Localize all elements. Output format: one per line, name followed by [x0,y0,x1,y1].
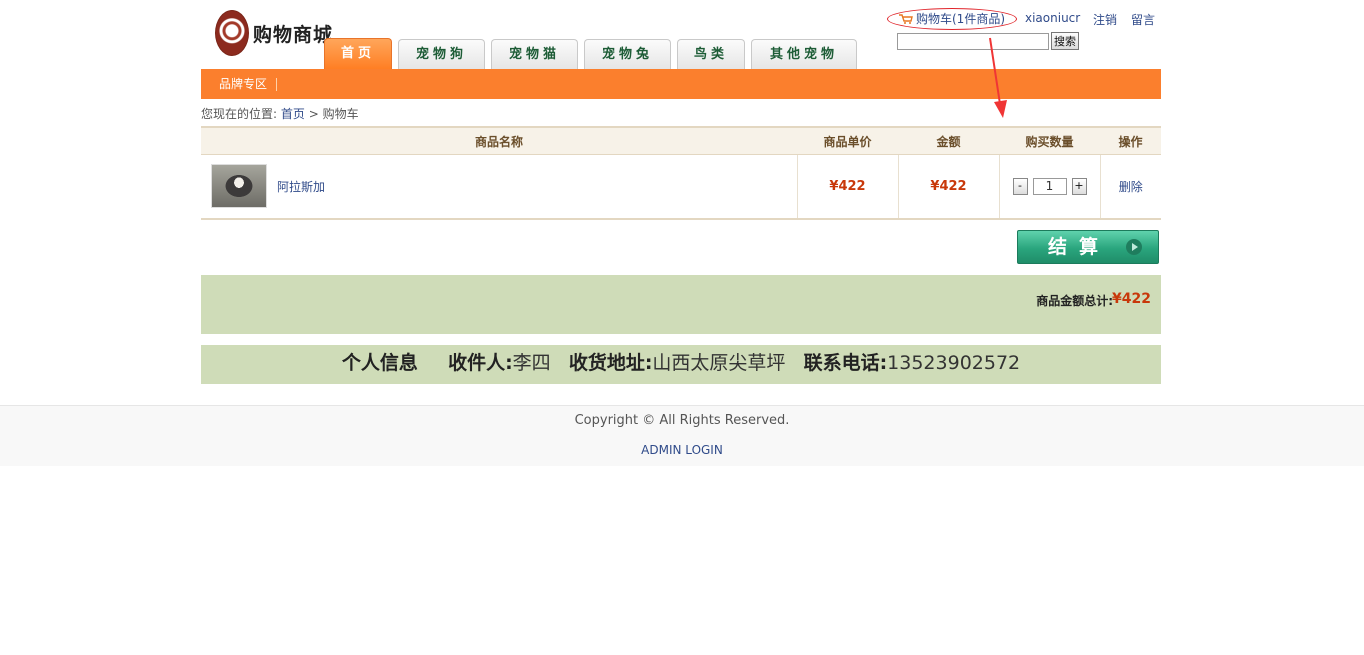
tab-rabbits[interactable]: 宠物兔 [584,39,671,69]
col-unit-price: 商品单价 [797,126,898,155]
search-input[interactable] [897,33,1049,50]
table-row: 阿拉斯加 ¥422 ¥422 -1 + 删除 [201,154,1161,220]
username-link[interactable]: xiaoniucr [1025,11,1080,25]
breadcrumb-current: 购物车 [322,107,359,121]
total-value: ¥422 [1112,291,1151,307]
cart-link-text: 购物车(1件商品) [916,12,1005,26]
logout-link[interactable]: 注销 [1093,11,1117,28]
site-name: 购物商城 [253,24,334,46]
admin-login-link[interactable]: ADMIN LOGIN [0,443,1364,457]
shopping-cart-icon [899,14,913,24]
breadcrumb-prefix: 您现在的位置: [201,107,278,121]
tab-dogs[interactable]: 宠物狗 [398,39,485,69]
site-logo[interactable]: 购物商城 [215,8,332,60]
nav-divider [276,78,277,91]
breadcrumb: 您现在的位置: 首页 > 购物车 [201,106,359,122]
logo-seal-icon [215,10,249,56]
tab-home[interactable]: 首页 [324,38,392,70]
phone-number: 13523902572 [887,352,1021,374]
receiver-label: 收件人: [448,352,513,374]
address-label: 收货地址: [568,352,653,374]
breadcrumb-separator: > [308,107,319,121]
unit-price-cell: ¥422 [796,154,898,220]
product-name-link[interactable]: 阿拉斯加 [277,178,325,195]
checkout-button[interactable]: 结算 [1017,230,1159,264]
message-link[interactable]: 留言 [1131,11,1155,28]
delete-item-link[interactable]: 删除 [1119,180,1143,194]
cart-link[interactable]: 购物车(1件商品) [887,8,1017,30]
breadcrumb-home[interactable]: 首页 [281,107,305,121]
shipping-address: 山西太原尖草坪 [652,352,786,374]
tab-other-pets[interactable]: 其他宠物 [751,39,857,69]
brand-zone-link[interactable]: 品牌专区 [219,69,267,99]
col-actions: 操作 [1100,126,1161,155]
top-links: 购物车(1件商品) xiaoniucr 注销 留言 [887,8,1161,30]
sub-nav-bar: 品牌专区 [201,69,1161,99]
personal-info-title: 个人信息 [341,352,418,374]
footer: Copyright © All Rights Reserved. ADMIN L… [0,405,1364,466]
amount-cell: ¥422 [897,154,999,220]
tab-birds[interactable]: 鸟类 [677,39,745,69]
total-label: 商品金额总计: [1036,294,1113,308]
table-header-row: 商品名称 商品单价 金额 购买数量 操作 [201,126,1161,155]
personal-info-panel: 个人信息 收件人:李四 收货地址:山西太原尖草坪 联系电话:1352390257… [201,345,1161,384]
quantity-cell: -1 + [998,154,1100,220]
col-product-name: 商品名称 [201,126,797,155]
copyright-text: Copyright © All Rights Reserved. [574,413,790,428]
item-amount: ¥422 [930,179,967,194]
col-amount: 金额 [898,126,999,155]
col-quantity: 购买数量 [999,126,1100,155]
quantity-decrease-button[interactable]: - [1012,178,1028,195]
quantity-input[interactable]: 1 [1032,178,1067,195]
product-thumbnail[interactable] [211,164,267,208]
phone-label: 联系电话: [803,352,888,374]
play-arrow-icon [1126,239,1142,255]
product-cell: 阿拉斯加 [201,154,797,220]
actions-cell: 删除 [1099,154,1161,220]
unit-price: ¥422 [829,179,866,194]
cart-table: 商品名称 商品单价 金额 购买数量 操作 阿拉斯加 ¥422 ¥422 -1+ [201,126,1161,220]
quantity-increase-button[interactable]: + [1071,178,1087,195]
tab-cats[interactable]: 宠物猫 [491,39,578,69]
order-total-panel: 商品金额总计: ¥422 [201,275,1161,334]
receiver-name: 李四 [512,352,551,374]
checkout-label: 结算 [1047,236,1110,258]
search-button[interactable]: 搜索 [1051,32,1079,50]
